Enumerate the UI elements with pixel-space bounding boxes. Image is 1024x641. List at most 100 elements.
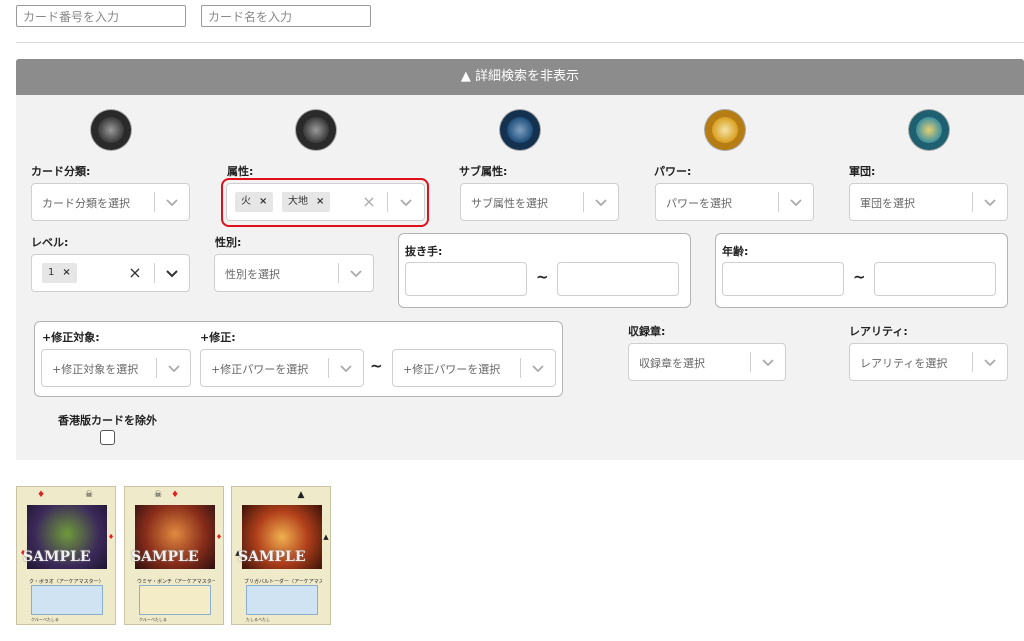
placeholder: パワーを選択 [666, 197, 732, 210]
sample-watermark: SAMPLE [23, 549, 91, 565]
separator [154, 192, 155, 212]
separator [154, 263, 155, 283]
card-footer: クルーベたしる [139, 617, 167, 622]
card-title: ク・ボラオ〈アーケアマスター〉 [29, 579, 104, 585]
chevron-down-icon[interactable] [163, 193, 181, 211]
level-label: レベル: [31, 236, 69, 249]
fire-icon: ♦ [170, 490, 180, 500]
placeholder: +修正パワーを選択 [403, 363, 501, 376]
rarity-label: レアリティ: [849, 325, 908, 338]
attribute-label: 属性: [227, 165, 254, 178]
chevron-down-icon[interactable] [787, 193, 805, 211]
separator [583, 192, 584, 212]
card-text-box [246, 585, 318, 615]
attribute-medal-icon[interactable] [500, 110, 540, 150]
level-chip: 1 × [42, 263, 77, 283]
attribute-medal-icon[interactable] [296, 110, 336, 150]
power-select[interactable]: パワーを選択 [655, 183, 814, 221]
army-select[interactable]: 軍団を選択 [849, 183, 1008, 221]
range-tilde: ~ [536, 268, 549, 286]
chevron-down-icon[interactable] [165, 359, 183, 377]
skull-icon: ☠ [84, 490, 94, 500]
card-text-box [139, 585, 211, 615]
age-label: 年齢: [722, 245, 749, 258]
modifier-label: +修正: [200, 331, 236, 344]
card-category-select[interactable]: カード分類を選択 [31, 183, 190, 221]
age-min-input[interactable] [722, 262, 844, 296]
placeholder: 軍団を選択 [860, 197, 915, 210]
card-category-label: カード分類: [31, 165, 91, 178]
skull-icon: ☠ [153, 490, 163, 500]
separator [972, 352, 973, 372]
army-label: 軍団: [849, 165, 876, 178]
card-title: ブリガバルトーダー〈アーケアマスター〉 [244, 579, 322, 585]
placeholder: +修正対象を選択 [52, 363, 139, 376]
chevron-down-icon[interactable] [759, 353, 777, 371]
separator [338, 263, 339, 283]
remove-chip-icon[interactable]: × [62, 267, 70, 278]
fire-icon: ♦ [215, 533, 223, 541]
card-name-input[interactable]: カード名を入力 [201, 5, 371, 27]
fire-icon: ♦ [107, 533, 115, 541]
card-footer: クルーベたしる [31, 617, 59, 622]
sub-attribute-label: サブ属性: [459, 165, 508, 178]
toggle-advanced-search-button[interactable]: ▲ 詳細検索を非表示 [16, 59, 1024, 95]
card-number-input[interactable]: カード番号を入力 [16, 5, 186, 27]
gender-select[interactable]: 性別を選択 [214, 254, 374, 292]
chevron-down-icon[interactable] [981, 353, 999, 371]
sample-watermark: SAMPLE [238, 549, 306, 565]
range-tilde: ~ [370, 357, 383, 375]
separator [750, 352, 751, 372]
placeholder: カード分類を選択 [42, 197, 130, 210]
chip-label: 1 [48, 267, 55, 278]
placeholder: +修正パワーを選択 [211, 363, 309, 376]
placeholder: レアリティを選択 [860, 357, 948, 370]
card-text-box [31, 585, 103, 615]
separator [520, 358, 521, 378]
clear-icon[interactable]: × [128, 264, 142, 282]
attribute-medal-icon[interactable] [705, 110, 745, 150]
collection-select[interactable]: 収録章を選択 [628, 343, 786, 381]
attribute-medal-icon[interactable] [909, 110, 949, 150]
age-max-input[interactable] [874, 262, 996, 296]
chevron-down-icon[interactable] [592, 193, 610, 211]
draw-hand-label: 抜き手: [405, 245, 443, 258]
mountain-icon: ▲ [297, 490, 305, 500]
gender-label: 性別: [215, 236, 242, 249]
collection-label: 収録章: [628, 325, 666, 338]
exclude-hk-checkbox[interactable] [100, 430, 115, 445]
draw-hand-min-input[interactable] [405, 262, 527, 296]
chevron-down-icon[interactable] [163, 264, 181, 282]
chevron-down-icon[interactable] [529, 359, 547, 377]
separator [328, 358, 329, 378]
draw-hand-max-input[interactable] [557, 262, 679, 296]
fire-icon: ♦ [36, 490, 46, 500]
attribute-highlight-box [221, 178, 429, 227]
level-select[interactable]: 1 × × [31, 254, 190, 292]
chevron-down-icon[interactable] [337, 359, 355, 377]
sub-attribute-select[interactable]: サブ属性を選択 [460, 183, 619, 221]
modifier-power-to-select[interactable]: +修正パワーを選択 [392, 349, 556, 387]
modifier-power-from-select[interactable]: +修正パワーを選択 [200, 349, 364, 387]
range-tilde: ~ [853, 268, 866, 286]
mountain-icon: ▲ [323, 533, 329, 541]
rarity-select[interactable]: レアリティを選択 [849, 343, 1008, 381]
placeholder: 性別を選択 [225, 268, 280, 281]
power-label: パワー: [654, 165, 692, 178]
chevron-down-icon[interactable] [347, 264, 365, 282]
modifier-target-label: +修正対象: [42, 331, 100, 344]
card-title: ウミヤ・ボンチ〈アーケアマスター〉 [137, 579, 215, 585]
attribute-medal-icon[interactable] [91, 110, 131, 150]
sample-watermark: SAMPLE [131, 549, 199, 565]
placeholder: サブ属性を選択 [471, 197, 548, 210]
divider [16, 42, 1024, 43]
chevron-down-icon[interactable] [981, 193, 999, 211]
separator [972, 192, 973, 212]
card-thumbnail[interactable]: ▲ ▲ ▲ SAMPLE ブリガバルトーダー〈アーケアマスター〉 たしるベたし [231, 486, 331, 625]
card-thumbnail[interactable]: ♦ ☠ ♦ ♦ SAMPLE ク・ボラオ〈アーケアマスター〉 クルーベたしる [16, 486, 116, 625]
modifier-target-select[interactable]: +修正対象を選択 [41, 349, 191, 387]
separator [778, 192, 779, 212]
card-thumbnail[interactable]: ☠ ♦ ♦ SAMPLE ウミヤ・ボンチ〈アーケアマスター〉 クルーベたしる [124, 486, 224, 625]
card-footer: たしるベたし [246, 617, 270, 622]
separator [156, 358, 157, 378]
